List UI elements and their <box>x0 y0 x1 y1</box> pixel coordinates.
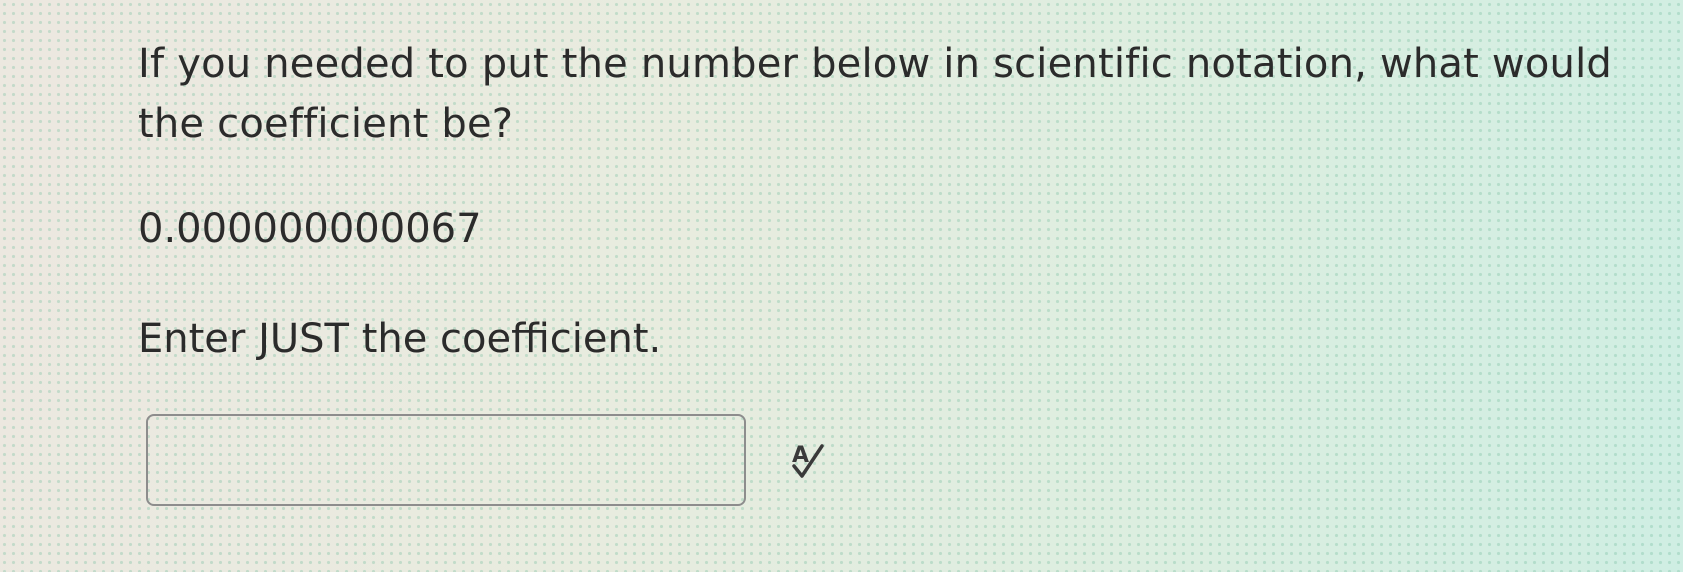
instruction-text: Enter JUST the coefficient. <box>138 316 662 362</box>
question-text: If you needed to put the number below in… <box>138 41 1612 147</box>
answer-input[interactable] <box>146 414 746 506</box>
spellcheck-icon[interactable]: A <box>788 440 832 484</box>
number-value: 0.000000000067 <box>138 206 482 252</box>
svg-text:A: A <box>792 443 809 468</box>
